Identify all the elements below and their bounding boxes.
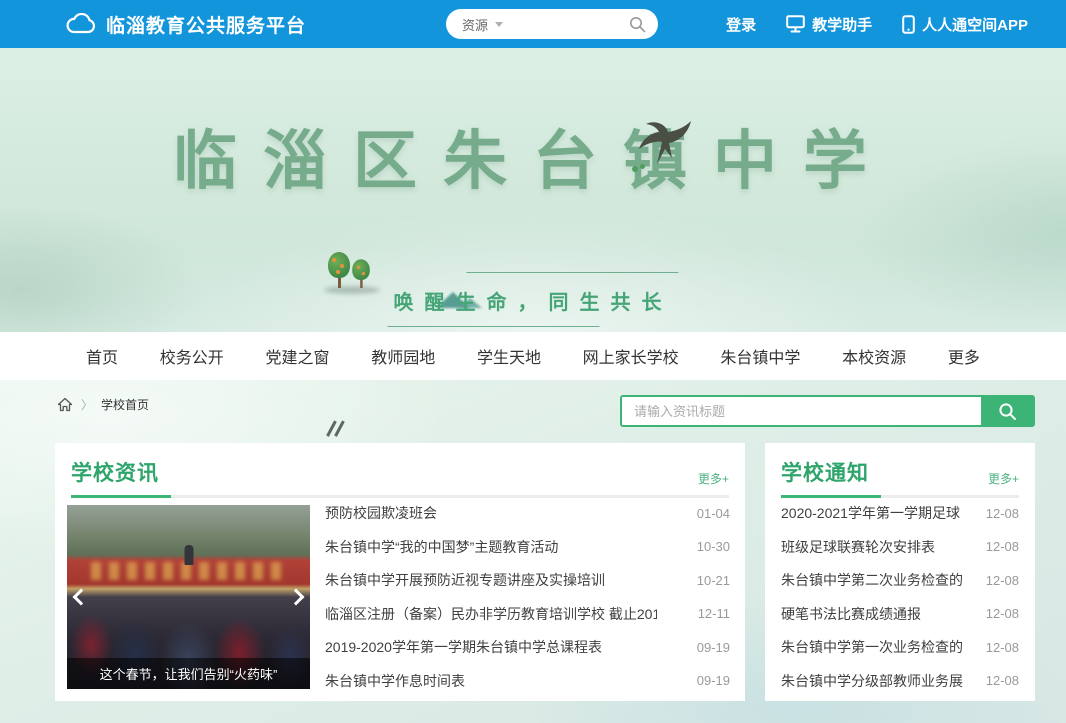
nav-item-school-affairs[interactable]: 校务公开	[160, 344, 224, 368]
school-news-card: 学校资讯 更多+ 这个春节，让我们告别“火药味” 预防校园欺凌班会 01-04 …	[55, 443, 745, 701]
news-row[interactable]: 朱台镇中学“我的中国梦”主题教育活动 10-30	[325, 537, 730, 557]
notice-row[interactable]: 朱台镇中学分级部教师业务展 12-08	[781, 671, 1019, 691]
news-list: 预防校园欺凌班会 01-04 朱台镇中学“我的中国梦”主题教育活动 10-30 …	[325, 503, 730, 691]
notice-row-title[interactable]: 2020-2021学年第一学期足球	[781, 503, 960, 523]
space-app-label: 人人通空间APP	[922, 14, 1028, 35]
main-content: 〉 学校首页 学校资讯 更多+ 这个春节，让我们告别“火药味” 预防校园欺凌班会…	[0, 380, 1066, 723]
breadcrumb: 〉 学校首页	[57, 396, 149, 413]
notice-row-date: 12-08	[986, 673, 1019, 688]
chevron-down-icon	[495, 22, 503, 27]
news-row-date: 01-04	[697, 506, 730, 521]
phone-icon	[902, 15, 915, 34]
hero-banner: 临淄区朱台镇中学 唤醒生命，同生共长	[0, 48, 1066, 332]
news-row[interactable]: 预防校园欺凌班会 01-04	[325, 503, 730, 523]
notice-more-link[interactable]: 更多+	[988, 470, 1019, 487]
notice-row-title[interactable]: 硬笔书法比赛成绩通报	[781, 604, 921, 624]
news-row-title[interactable]: 临淄区注册（备案）民办非学历教育培训学校 截止2019	[325, 604, 657, 624]
notice-list: 2020-2021学年第一学期足球 12-08 班级足球联赛轮次安排表 12-0…	[781, 503, 1019, 691]
photo-speaker-figure	[184, 545, 193, 565]
nav-item-home[interactable]: 首页	[86, 344, 118, 368]
news-search-button[interactable]	[981, 397, 1033, 425]
news-row-title[interactable]: 朱台镇中学作息时间表	[325, 671, 465, 691]
brand-title: 临淄教育公共服务平台	[106, 11, 306, 38]
news-row-date: 12-11	[698, 606, 730, 621]
news-row-title[interactable]: 朱台镇中学开展预防近视专题讲座及实操培训	[325, 570, 605, 590]
notice-row[interactable]: 硬笔书法比赛成绩通报 12-08	[781, 604, 1019, 624]
breadcrumb-separator: 〉	[81, 396, 93, 413]
login-link[interactable]: 登录	[726, 14, 756, 35]
news-row[interactable]: 朱台镇中学作息时间表 09-19	[325, 671, 730, 691]
header-search[interactable]: 资源	[446, 9, 658, 39]
teaching-assistant-link[interactable]: 教学助手	[786, 14, 872, 35]
slash-decoration	[330, 420, 350, 438]
nav-item-teacher-garden[interactable]: 教师园地	[371, 344, 435, 368]
swallow-bird-icon	[638, 116, 696, 168]
news-row-title[interactable]: 2019-2020学年第一学期朱台镇中学总课程表	[325, 637, 602, 657]
notice-row-title[interactable]: 班级足球联赛轮次安排表	[781, 537, 935, 557]
news-more-link[interactable]: 更多+	[698, 470, 729, 487]
main-nav: 首页 校务公开 党建之窗 教师园地 学生天地 网上家长学校 朱台镇中学 本校资源…	[0, 332, 1066, 380]
news-divider	[71, 495, 729, 498]
school-name-title: 临淄区朱台镇中学	[0, 110, 1066, 202]
nav-item-zhutai-middle-school[interactable]: 朱台镇中学	[720, 344, 800, 368]
nav-item-school-resources[interactable]: 本校资源	[842, 344, 906, 368]
carousel-next-icon[interactable]	[288, 589, 305, 606]
notice-row[interactable]: 班级足球联赛轮次安排表 12-08	[781, 537, 1019, 557]
nav-item-student-world[interactable]: 学生天地	[477, 344, 541, 368]
news-row-date: 09-19	[697, 673, 730, 688]
leaf-dots	[632, 164, 646, 174]
news-search-bar	[620, 395, 1035, 427]
teaching-assistant-label: 教学助手	[812, 14, 872, 35]
trees-decoration	[322, 226, 382, 288]
search-icon[interactable]	[629, 16, 646, 33]
top-bar: 临淄教育公共服务平台 资源 登录 教学助手 人人通空间APP	[0, 0, 1066, 48]
notice-row-date: 12-08	[986, 506, 1019, 521]
notice-row-date: 12-08	[986, 606, 1019, 621]
notice-row-date: 12-08	[986, 539, 1019, 554]
nav-item-more[interactable]: 更多	[948, 344, 980, 368]
news-row[interactable]: 临淄区注册（备案）民办非学历教育培训学校 截止2019 12-11	[325, 604, 730, 624]
notice-row[interactable]: 朱台镇中学第二次业务检查的 12-08	[781, 570, 1019, 590]
news-row-date: 10-21	[697, 573, 730, 588]
monitor-icon	[786, 15, 805, 33]
news-row[interactable]: 朱台镇中学开展预防近视专题讲座及实操培训 10-21	[325, 570, 730, 590]
nav-item-party-building[interactable]: 党建之窗	[265, 344, 329, 368]
carousel-prev-icon[interactable]	[73, 589, 90, 606]
space-app-link[interactable]: 人人通空间APP	[902, 14, 1028, 35]
news-row-title[interactable]: 预防校园欺凌班会	[325, 503, 437, 523]
school-notice-card: 学校通知 更多+ 2020-2021学年第一学期足球 12-08 班级足球联赛轮…	[765, 443, 1035, 701]
breadcrumb-current[interactable]: 学校首页	[101, 396, 149, 413]
home-icon[interactable]	[57, 397, 73, 412]
top-links: 登录 教学助手 人人通空间APP	[726, 0, 1028, 48]
news-row[interactable]: 2019-2020学年第一学期朱台镇中学总课程表 09-19	[325, 637, 730, 657]
news-row-title[interactable]: 朱台镇中学“我的中国梦”主题教育活动	[325, 537, 558, 557]
notice-row[interactable]: 2020-2021学年第一学期足球 12-08	[781, 503, 1019, 523]
notice-row-title[interactable]: 朱台镇中学第二次业务检查的	[781, 570, 963, 590]
notice-row-title[interactable]: 朱台镇中学分级部教师业务展	[781, 671, 963, 691]
notice-row-date: 12-08	[986, 640, 1019, 655]
news-row-date: 10-30	[697, 539, 730, 554]
carousel-caption[interactable]: 这个春节，让我们告别“火药味”	[67, 658, 310, 689]
notice-row-title[interactable]: 朱台镇中学第一次业务检查的	[781, 637, 963, 657]
school-slogan: 唤醒生命，同生共长	[394, 286, 673, 315]
search-category-select[interactable]: 资源	[462, 15, 488, 34]
notice-row[interactable]: 朱台镇中学第一次业务检查的 12-08	[781, 637, 1019, 657]
notice-divider	[781, 495, 1019, 498]
nav-item-parent-school[interactable]: 网上家长学校	[583, 344, 679, 368]
notice-section-title: 学校通知	[781, 457, 869, 487]
news-carousel[interactable]: 这个春节，让我们告别“火药味”	[67, 505, 310, 689]
cloud-icon	[66, 13, 96, 35]
brand[interactable]: 临淄教育公共服务平台	[66, 0, 306, 48]
slogan-wrap: 唤醒生命，同生共长	[394, 286, 673, 315]
login-label: 登录	[726, 14, 756, 35]
notice-row-date: 12-08	[986, 573, 1019, 588]
news-search-input[interactable]	[622, 397, 981, 425]
news-section-title: 学校资讯	[71, 457, 159, 487]
news-row-date: 09-19	[697, 640, 730, 655]
